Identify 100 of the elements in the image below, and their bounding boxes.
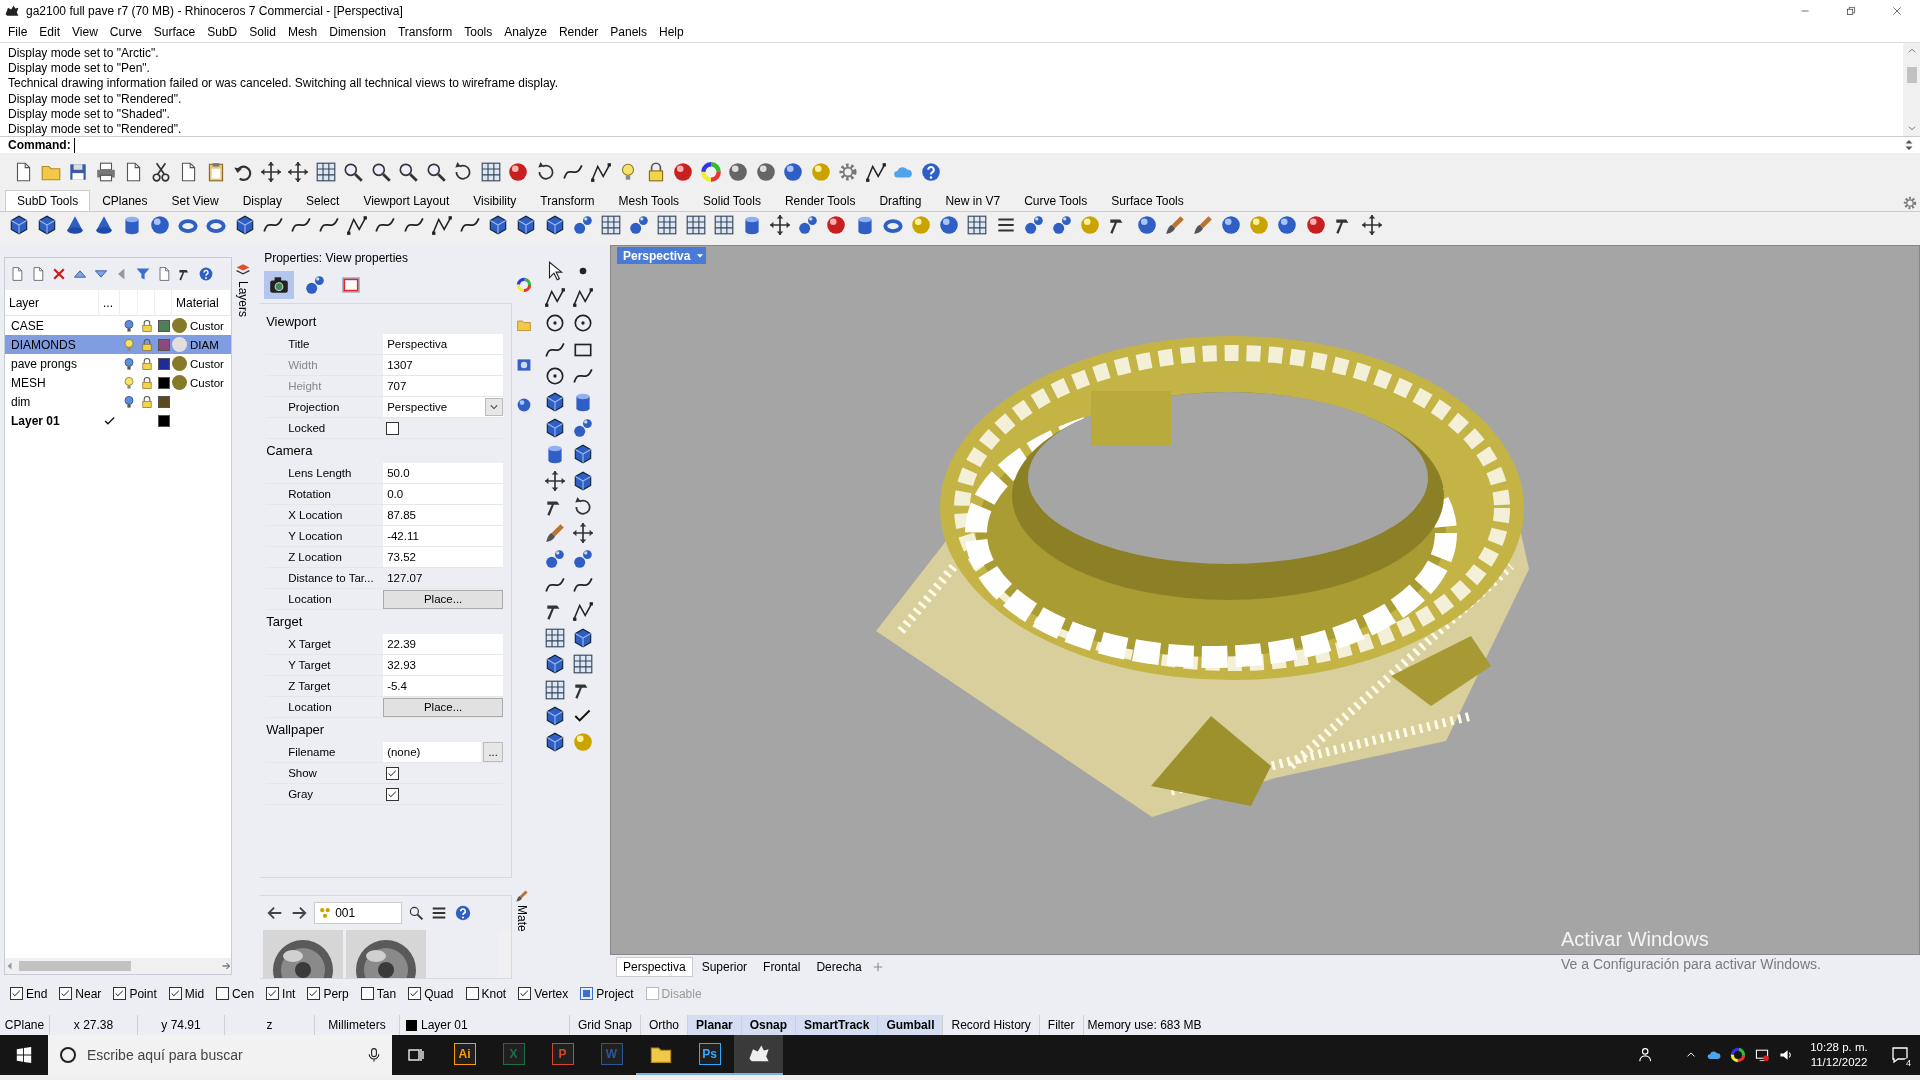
checkbox[interactable] bbox=[113, 987, 127, 1000]
toolbar-tab[interactable]: Viewport Layout bbox=[351, 190, 462, 211]
checkbox[interactable] bbox=[580, 987, 594, 1000]
forward-arrow-icon[interactable] bbox=[290, 904, 309, 922]
scroll-thumb[interactable] bbox=[1906, 66, 1917, 83]
text-field[interactable]: 22.39 bbox=[383, 634, 504, 654]
lock-icon[interactable] bbox=[139, 318, 154, 333]
layer-row[interactable]: CASE Custor bbox=[5, 316, 231, 335]
spheres-icon[interactable] bbox=[797, 214, 820, 236]
polyline-icon[interactable] bbox=[572, 286, 595, 309]
checkbox[interactable] bbox=[10, 987, 23, 1000]
layer-row[interactable]: pave prongs Custor bbox=[5, 354, 231, 373]
spheres-icon[interactable] bbox=[544, 548, 567, 571]
move-icon[interactable] bbox=[769, 214, 792, 236]
sphere-icon[interactable] bbox=[825, 214, 848, 236]
checkbox[interactable] bbox=[386, 766, 400, 780]
sphere-icon[interactable] bbox=[148, 214, 171, 236]
printer-icon[interactable] bbox=[94, 161, 117, 183]
grid-icon[interactable] bbox=[966, 214, 989, 236]
gear-icon[interactable] bbox=[1902, 195, 1918, 211]
network-icon[interactable] bbox=[1754, 1047, 1770, 1063]
status-toggle[interactable]: Osnap bbox=[741, 1015, 797, 1035]
material-swatch[interactable] bbox=[172, 337, 187, 352]
checkbox-label[interactable]: Quad bbox=[424, 986, 454, 1001]
sphere-icon[interactable] bbox=[1135, 214, 1158, 236]
polyline-icon[interactable] bbox=[430, 214, 453, 236]
filter-icon[interactable] bbox=[135, 266, 151, 282]
notifications-button[interactable]: 4 bbox=[1884, 1045, 1916, 1065]
checkbox[interactable] bbox=[168, 987, 182, 1000]
checkbox[interactable] bbox=[518, 987, 532, 1000]
grid-icon[interactable] bbox=[544, 626, 567, 649]
polyline-icon[interactable] bbox=[864, 161, 887, 183]
layers-tab[interactable]: Layers bbox=[233, 257, 253, 980]
material-swatch[interactable] bbox=[172, 375, 187, 390]
brush-icon[interactable] bbox=[1191, 214, 1214, 236]
windows-icon[interactable] bbox=[15, 1046, 33, 1064]
sphere-icon[interactable] bbox=[782, 161, 804, 183]
toolbar-tab[interactable]: Surface Tools bbox=[1099, 190, 1196, 211]
scissors-icon[interactable] bbox=[149, 161, 172, 183]
menu-item[interactable]: Dimension bbox=[323, 25, 392, 39]
move-icon[interactable] bbox=[1361, 214, 1383, 236]
column-header[interactable]: Material bbox=[172, 290, 231, 316]
taskbar-app-button[interactable]: P bbox=[538, 1035, 587, 1075]
taskbar-app-button[interactable] bbox=[734, 1035, 783, 1075]
menu-item[interactable]: Mesh bbox=[281, 25, 324, 39]
bulb-icon[interactable] bbox=[121, 393, 137, 410]
place-button[interactable]: Place... bbox=[383, 697, 504, 717]
gear-icon[interactable] bbox=[837, 161, 859, 183]
spheres-icon[interactable] bbox=[1050, 214, 1073, 236]
checkbox[interactable] bbox=[266, 987, 280, 1000]
scrollbar[interactable] bbox=[1903, 43, 1920, 136]
toolbar-tab[interactable]: Solid Tools bbox=[691, 190, 773, 211]
magnifier-icon[interactable] bbox=[408, 905, 425, 921]
toolbar-tab[interactable]: New in V7 bbox=[933, 190, 1013, 211]
lock-icon[interactable] bbox=[139, 394, 154, 409]
menu-item[interactable]: Help bbox=[653, 25, 690, 39]
text-field[interactable]: 0.0 bbox=[383, 484, 504, 504]
text-field[interactable]: 32.93 bbox=[383, 655, 504, 675]
material-swatch[interactable] bbox=[172, 356, 187, 371]
sphere-icon[interactable] bbox=[516, 397, 533, 413]
color-swatch[interactable] bbox=[157, 338, 170, 351]
color-wheel-icon[interactable] bbox=[516, 277, 533, 293]
layer-row[interactable]: DIAMONDS DIAM bbox=[5, 335, 231, 354]
checkbox-label[interactable]: Near bbox=[75, 986, 102, 1001]
toolbar-tab[interactable]: Select bbox=[294, 190, 352, 211]
checkbox[interactable] bbox=[386, 421, 400, 435]
viewport-tab[interactable]: Derecha bbox=[809, 957, 869, 977]
viewport-tab[interactable]: Frontal bbox=[756, 957, 808, 977]
column-header[interactable]: ... bbox=[99, 290, 120, 316]
menu-item[interactable]: SubD bbox=[201, 25, 244, 39]
lock-icon[interactable] bbox=[139, 356, 154, 371]
status-toggle[interactable]: Gumball bbox=[878, 1015, 944, 1035]
viewport-title[interactable]: Perspectiva bbox=[617, 247, 707, 264]
lock-icon[interactable] bbox=[139, 375, 154, 390]
toolbar-tab[interactable]: Display bbox=[230, 190, 294, 211]
menu-item[interactable]: Tools bbox=[458, 25, 499, 39]
brush-icon[interactable] bbox=[1163, 214, 1186, 236]
spheres-icon[interactable] bbox=[571, 214, 594, 236]
menu-item[interactable]: Analyze bbox=[498, 25, 553, 39]
menu-item[interactable]: Surface bbox=[147, 25, 202, 39]
page-icon[interactable] bbox=[156, 266, 172, 282]
toolbar-tab[interactable]: Curve Tools bbox=[1012, 190, 1100, 211]
color-swatch[interactable] bbox=[157, 357, 170, 370]
text-field[interactable]: 87.85 bbox=[383, 505, 504, 525]
toolbar-tab[interactable]: CPlanes bbox=[90, 190, 160, 211]
viewport-tab[interactable]: Superior bbox=[694, 957, 755, 977]
search-field[interactable]: Escribe aquí para buscar bbox=[48, 1035, 392, 1075]
page-icon[interactable] bbox=[9, 266, 25, 282]
color-swatch[interactable] bbox=[157, 319, 170, 332]
viewport-tab[interactable]: Perspectiva bbox=[616, 957, 693, 977]
sphere-icon[interactable] bbox=[938, 214, 961, 236]
sphere-icon[interactable] bbox=[507, 161, 529, 183]
layer-row[interactable]: MESH Custor bbox=[5, 373, 231, 392]
lock-icon[interactable] bbox=[139, 337, 154, 352]
bulb-icon[interactable] bbox=[121, 374, 137, 391]
spheres-icon[interactable] bbox=[572, 548, 595, 571]
delete-icon[interactable] bbox=[51, 266, 67, 282]
help-icon[interactable] bbox=[198, 266, 214, 282]
taskbar-app-button[interactable]: Ai bbox=[440, 1035, 489, 1075]
text-field[interactable]: -42.11 bbox=[383, 526, 504, 546]
